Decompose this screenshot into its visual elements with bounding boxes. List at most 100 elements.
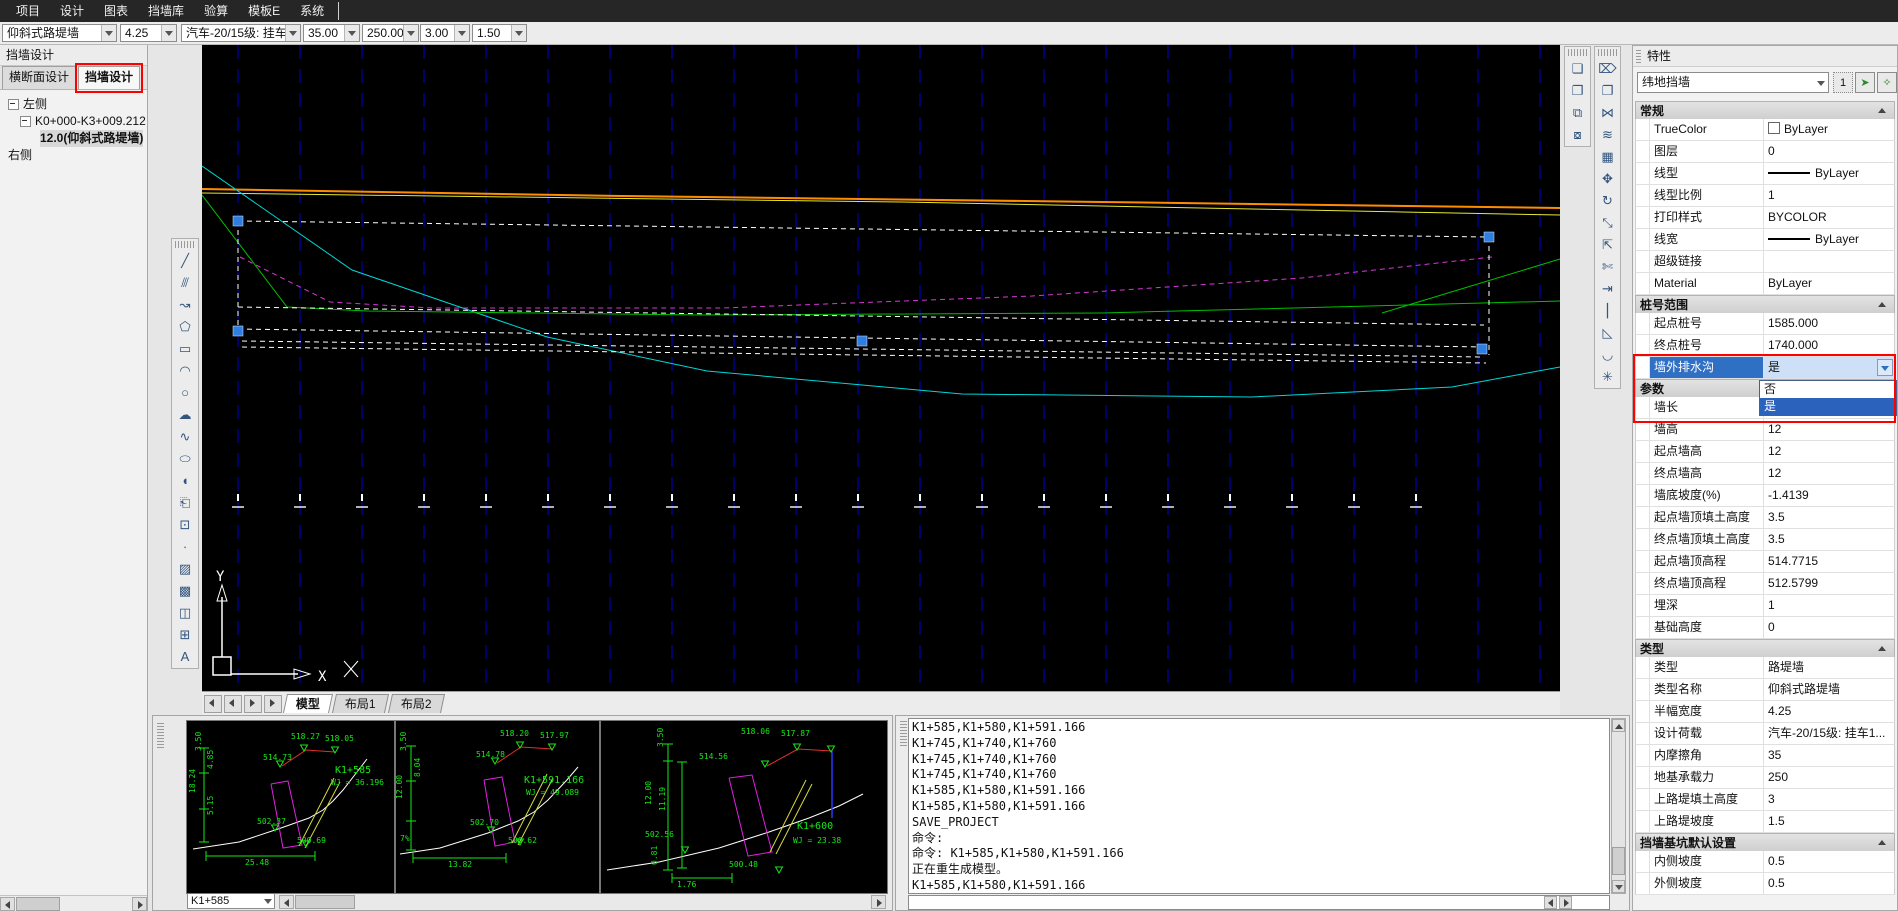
quick-select-button[interactable]: ✧ (1877, 72, 1897, 93)
menu-item-0[interactable]: 项目 (6, 0, 50, 22)
prop-value[interactable]: 0.5 (1764, 851, 1894, 872)
chevron-down-icon[interactable] (511, 25, 526, 41)
cross-section-thumbnail-1[interactable]: 518.20517.97514.78502.70500.62K1+591.166… (395, 720, 600, 894)
prop-row-0-4[interactable]: 打印样式BYCOLOR (1635, 207, 1895, 229)
scale-icon[interactable]: ⤡ (1597, 212, 1619, 233)
prop-value[interactable]: ByLayer (1764, 119, 1894, 140)
prop-value[interactable]: ByLayer (1764, 229, 1894, 250)
menu-item-5[interactable]: 模板E (238, 0, 290, 22)
scroll-up-icon[interactable] (1612, 719, 1625, 732)
prop-value[interactable]: 512.5799 (1764, 573, 1894, 594)
prop-value[interactable]: 1 (1764, 595, 1894, 616)
command-vscrollbar[interactable] (1611, 718, 1626, 894)
ellipse-icon[interactable]: ⬭ (174, 448, 196, 469)
collapse-section-icon[interactable] (1878, 840, 1886, 845)
prop-value[interactable]: 3.5 (1764, 507, 1894, 528)
tab-wall-design[interactable]: 挡墙设计 (78, 66, 140, 89)
scroll-down-icon[interactable] (1612, 880, 1625, 893)
menu-item-3[interactable]: 挡墙库 (138, 0, 194, 22)
command-input[interactable] (908, 895, 1610, 910)
layout-tab-2[interactable]: 布局2 (388, 694, 445, 713)
chevron-down-icon[interactable] (454, 25, 469, 41)
move-icon[interactable]: ✥ (1597, 168, 1619, 189)
circle-icon[interactable]: ○ (174, 382, 196, 403)
palette-grip-handle[interactable] (1636, 49, 1641, 63)
xline-icon[interactable]: ⫻ (174, 272, 196, 293)
prop-value[interactable]: 0 (1764, 141, 1894, 162)
prop-value[interactable]: 1 (1764, 185, 1894, 206)
make-block-icon[interactable]: ⊡ (174, 514, 196, 535)
param-combo-4[interactable]: 250.00 (362, 24, 419, 42)
arc-icon[interactable]: ◠ (174, 360, 196, 381)
point-icon[interactable]: ∙ (174, 536, 196, 557)
bring-above-icon[interactable]: ⧉ (1567, 102, 1589, 123)
prop-row-0-2[interactable]: 线型ByLayer (1635, 163, 1895, 185)
prop-value[interactable]: BYCOLOR (1764, 207, 1894, 228)
layout-tab-0[interactable]: 模型 (283, 694, 333, 713)
param-combo-3[interactable]: 35.00 (303, 24, 360, 42)
prop-row-2-8[interactable]: 终点墙顶高程512.5799 (1635, 573, 1895, 595)
stretch-icon[interactable]: ⇱ (1597, 234, 1619, 255)
command-history[interactable]: K1+585,K1+580,K1+591.166K1+745,K1+740,K1… (908, 718, 1610, 894)
prop-row-0-3[interactable]: 线型比例1 (1635, 185, 1895, 207)
prop-value[interactable]: 0.5 (1764, 873, 1894, 894)
mtext-icon[interactable]: A (174, 646, 196, 667)
toolbar-grip-handle[interactable] (175, 241, 195, 248)
toolbar-grip-handle[interactable] (1568, 49, 1587, 56)
scrollbar-thumb[interactable] (1612, 847, 1625, 875)
chevron-down-icon[interactable] (1877, 359, 1893, 376)
region-icon[interactable]: ◫ (174, 602, 196, 623)
prop-value[interactable]: 1740.000 (1764, 335, 1894, 356)
collapse-icon[interactable] (20, 116, 31, 127)
chevron-down-icon[interactable] (161, 25, 176, 41)
tree-item-station-range[interactable]: K0+000-K3+009.212 (6, 113, 147, 130)
scrollbar-thumb[interactable] (16, 897, 60, 911)
prop-row-1-2[interactable]: 墙外排水沟是 (1635, 357, 1895, 379)
select-objects-button[interactable]: ➤ (1855, 72, 1875, 93)
cross-section-thumbnail-0[interactable]: 518.27518.05514.73502.37500.69K1+585WJ =… (186, 720, 395, 894)
send-to-back-icon[interactable]: ❐ (1567, 80, 1589, 101)
prop-row-3-2[interactable]: 半幅宽度4.25 (1635, 701, 1895, 723)
ellipse-arc-icon[interactable]: ◖ (174, 470, 196, 491)
polygon-icon[interactable]: ⬠ (174, 316, 196, 337)
prop-row-3-5[interactable]: 地基承载力250 (1635, 767, 1895, 789)
prop-row-0-7[interactable]: MaterialByLayer (1635, 273, 1895, 295)
prop-value[interactable]: 12 (1764, 463, 1894, 484)
prop-value[interactable]: 12 (1764, 441, 1894, 462)
prop-value[interactable]: 1.5 (1764, 811, 1894, 832)
prop-row-3-4[interactable]: 内摩擦角35 (1635, 745, 1895, 767)
prev-tab-icon[interactable] (224, 695, 242, 713)
tree-item-wall[interactable]: 12.0(仰斜式路堤墙) (6, 130, 147, 147)
prop-row-0-0[interactable]: TrueColorByLayer (1635, 119, 1895, 141)
erase-icon[interactable]: ⌦ (1597, 58, 1619, 79)
param-combo-5[interactable]: 3.00 (420, 24, 470, 42)
thumb-scroll-left-icon[interactable] (279, 895, 294, 909)
prop-row-2-1[interactable]: 墙高12 (1635, 419, 1895, 441)
copy-icon[interactable]: ❐ (1597, 80, 1619, 101)
send-under-icon[interactable]: ⧇ (1567, 124, 1589, 145)
prop-row-2-9[interactable]: 埋深1 (1635, 595, 1895, 617)
layout-tab-1[interactable]: 布局1 (332, 694, 389, 713)
prop-row-4-0[interactable]: 内侧坡度0.5 (1635, 851, 1895, 873)
collapse-section-icon[interactable] (1878, 108, 1886, 113)
prop-row-2-6[interactable]: 终点墙顶填土高度3.5 (1635, 529, 1895, 551)
chevron-down-icon[interactable] (403, 25, 418, 41)
offset-icon[interactable]: ≋ (1597, 124, 1619, 145)
prop-value[interactable]: 35 (1764, 745, 1894, 766)
left-panel-hscrollbar[interactable] (0, 895, 147, 911)
chamfer-icon[interactable]: ◺ (1597, 322, 1619, 343)
collapse-section-icon[interactable] (1878, 646, 1886, 651)
prop-row-2-10[interactable]: 基础高度0 (1635, 617, 1895, 639)
rectangle-icon[interactable]: ▭ (174, 338, 196, 359)
dropdown-option-0[interactable]: 否 (1760, 381, 1896, 398)
tab-cross-section-design[interactable]: 横断面设计 (2, 66, 76, 89)
param-combo-1[interactable]: 4.25 (120, 24, 177, 42)
prop-row-0-6[interactable]: 超级链接 (1635, 251, 1895, 273)
prop-value[interactable]: ByLayer (1764, 273, 1894, 294)
prop-value[interactable]: 3 (1764, 789, 1894, 810)
prop-row-1-1[interactable]: 终点桩号1740.000 (1635, 335, 1895, 357)
prop-value[interactable]: 514.7715 (1764, 551, 1894, 572)
chevron-down-icon[interactable] (344, 25, 359, 41)
param-combo-6[interactable]: 1.50 (472, 24, 527, 42)
cmd-scroll-left-icon[interactable] (1544, 896, 1557, 909)
